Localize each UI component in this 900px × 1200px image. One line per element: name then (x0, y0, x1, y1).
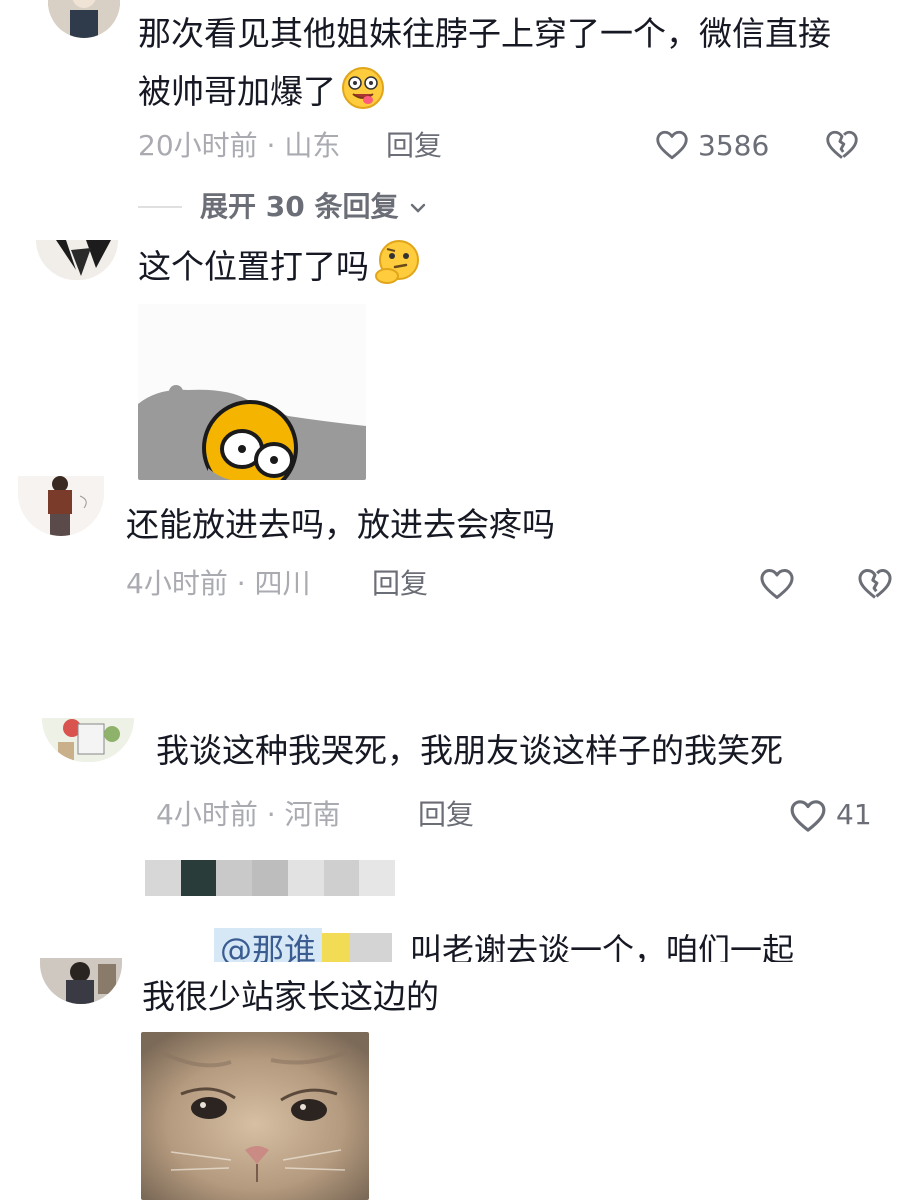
heart-icon (760, 569, 794, 599)
heart-icon (790, 800, 826, 832)
reply-button[interactable]: 回复 (418, 797, 474, 833)
reply-button[interactable]: 回复 (372, 566, 428, 602)
blur-block (180, 860, 217, 896)
like-count: 41 (836, 798, 872, 831)
avatar[interactable] (42, 718, 134, 762)
like-button[interactable] (788, 796, 828, 836)
heart-icon (656, 130, 688, 160)
blur-block (216, 860, 253, 896)
blur-block (323, 860, 360, 896)
expand-replies-button[interactable]: 展开 30 条回复 (200, 189, 428, 225)
drooling-face-icon (340, 65, 386, 129)
avatar[interactable] (18, 476, 104, 536)
reply-preview: @那谁 叫老谢去谈一个，咱们一起 (214, 928, 900, 962)
blurred-username (145, 860, 396, 896)
comment-text: 我谈这种我哭死，我朋友谈这样子的我笑死 (156, 731, 783, 770)
dislike-button[interactable] (824, 127, 860, 163)
comment-meta: 20小时前 · 山东 (138, 129, 341, 162)
blur-block (359, 860, 396, 896)
sad-cat-sticker (141, 1032, 369, 1200)
reply-preview-text: 叫老谢去谈一个，咱们一起 (410, 931, 795, 962)
expand-divider (138, 206, 182, 208)
mention-link[interactable]: @那谁 (214, 928, 323, 962)
avatar[interactable] (36, 240, 118, 280)
like-button[interactable] (654, 127, 690, 163)
broken-heart-icon (858, 569, 892, 599)
avatar[interactable] (48, 0, 120, 38)
chevron-down-icon (411, 203, 426, 213)
thinking-face-icon (373, 238, 425, 304)
comment-text: 这个位置打了吗 (138, 238, 425, 304)
comment-meta: 4小时前 · 河南 (156, 798, 341, 831)
reply-preview-row: @那谁 叫老谢去谈一个，咱们一起 (214, 928, 794, 962)
reply-button[interactable]: 回复 (386, 128, 442, 164)
blur-block (287, 860, 324, 896)
like-button[interactable] (758, 565, 796, 603)
comment-text: 还能放进去吗，放进去会疼吗 (126, 505, 555, 544)
blur-block (145, 860, 181, 896)
blur-block (252, 860, 288, 896)
peeking-face-sticker (138, 304, 366, 480)
dislike-button[interactable] (856, 565, 894, 603)
like-count: 3586 (698, 129, 770, 162)
avatar[interactable] (40, 958, 122, 1004)
comment-text: 被帅哥加爆了 (138, 63, 386, 129)
comment-meta: 4小时前 · 四川 (126, 567, 311, 600)
broken-heart-icon (826, 130, 858, 159)
comment-text: 那次看见其他姐妹往脖子上穿了一个，微信直接 (138, 14, 831, 53)
blurred-mention-patch (322, 933, 393, 962)
comment-text: 我很少站家长这边的 (142, 977, 439, 1016)
